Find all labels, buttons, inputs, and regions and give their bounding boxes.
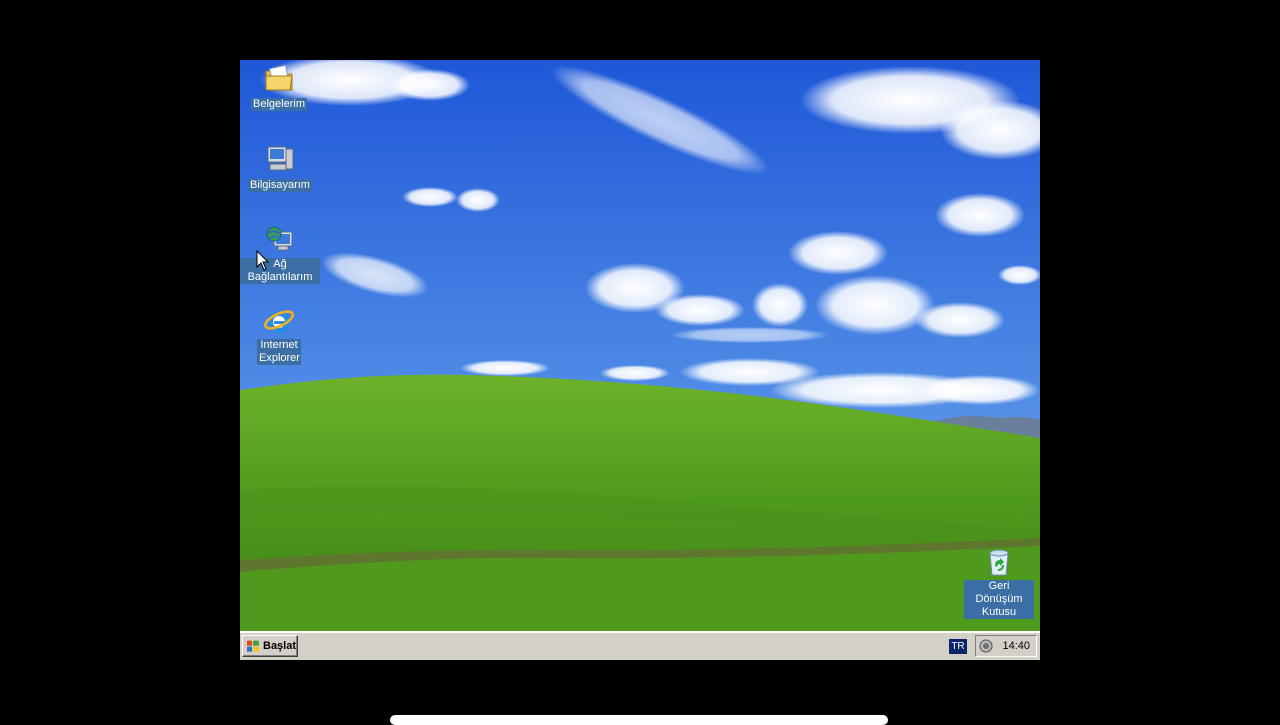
my-computer-icon [267,146,294,171]
desktop-icon-my-computer[interactable]: Bilgisayarım [240,143,320,193]
desktop-icon-label: Bilgisayarım [248,179,312,192]
desktop-icon-my-documents[interactable]: Belgelerim [240,62,319,112]
internet-explorer-icon [263,310,295,333]
system-tray: 14:40 [975,635,1037,657]
windows-logo-icon [247,640,259,652]
language-indicator[interactable]: TR [949,639,967,654]
desktop-icon-label: Ağ Bağlantılarım [240,258,320,284]
desktop-icon-label: Geri Dönüşüm Kutusu [964,580,1034,619]
clock[interactable]: 14:40 [1002,640,1030,652]
start-button-label: Başlat [263,640,297,652]
volume-icon[interactable] [979,639,993,653]
desktop-icon-network-connections[interactable]: Ağ Bağlantılarım [240,224,320,285]
recycle-bin-icon [989,549,1009,576]
desktop-icon-label: Belgelerim [251,98,307,111]
bliss-wallpaper [240,60,1040,660]
my-documents-folder-icon [265,64,293,91]
desktop-screen: Belgelerim Bilgisayarım Ağ Bağlantılarım… [240,60,1040,660]
desktop-icon-label: Internet Explorer [257,339,301,365]
start-button[interactable]: Başlat [242,635,298,657]
mouse-cursor-icon [256,250,270,271]
desktop-icon-internet-explorer[interactable]: Internet Explorer [240,305,319,366]
taskbar: Başlat TR 14:40 [240,631,1040,660]
bottom-edge-bar [390,715,888,725]
desktop-icon-recycle-bin[interactable]: Geri Dönüşüm Kutusu [959,546,1039,620]
